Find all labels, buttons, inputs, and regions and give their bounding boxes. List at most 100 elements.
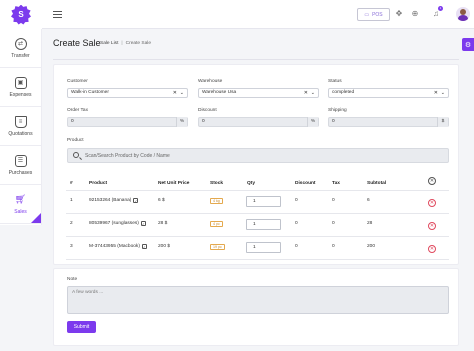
note-label: Note [67, 277, 78, 282]
notification-badge: 1 [438, 6, 443, 11]
delete-row-icon[interactable]: ✕ [428, 245, 436, 253]
row-subtotal: 28 [367, 221, 373, 226]
sidebar-item-expenses[interactable]: ▣ Expenses [0, 68, 41, 107]
clear-all-icon[interactable]: ✕ [428, 177, 436, 185]
row-discount: 0 [295, 221, 298, 226]
edit-icon[interactable]: ✓ [141, 244, 147, 249]
customer-select[interactable]: Walk-in Customer ✕ ⌄ [67, 88, 188, 98]
bell-icon[interactable]: ♫ 1 [431, 6, 443, 19]
col-header-stock: Stock [210, 181, 224, 186]
row-price: 6 $ [158, 198, 165, 203]
row-number: 2 [70, 221, 73, 226]
clear-icon[interactable]: ✕ [434, 89, 438, 97]
status-value: completed [332, 90, 355, 95]
discount-label: Discount [198, 108, 217, 113]
order-tax-input[interactable]: 0 % [67, 117, 188, 127]
basket-icon: ≡ [14, 115, 27, 128]
table-divider [66, 236, 449, 237]
product-search-placeholder: Scan/Search Product by Code / Name [85, 153, 170, 159]
row-tax: 0 [332, 198, 335, 203]
receipt-icon: ☰ [14, 154, 27, 167]
row-number: 3 [70, 244, 73, 249]
order-tax-label: Order Tax [67, 108, 88, 113]
page-title: Create Sale [53, 38, 101, 48]
app-logo: S [11, 4, 31, 25]
sidebar-item-transfer[interactable]: ⇄ Transfer [0, 29, 41, 68]
qty-input[interactable]: 1 [246, 219, 281, 230]
col-header-num: # [70, 181, 73, 186]
clear-icon[interactable]: ✕ [173, 89, 177, 97]
row-price: 28 $ [158, 221, 168, 226]
product-search-input[interactable]: Scan/Search Product by Code / Name [67, 148, 449, 163]
note-placeholder: A few words ... [72, 290, 104, 295]
pos-button-label: POS [372, 11, 383, 18]
status-select[interactable]: completed ✕ ⌄ [328, 88, 449, 98]
qty-input[interactable]: 1 [246, 196, 281, 207]
breadcrumb-current: Create Sale [125, 41, 151, 46]
product-name: M-37443955 (Macbook) [89, 244, 140, 249]
row-tax: 0 [332, 244, 335, 249]
note-textarea[interactable]: A few words ... [67, 286, 449, 314]
row-subtotal: 6 [367, 198, 370, 203]
row-discount: 0 [295, 244, 298, 249]
delete-row-icon[interactable]: ✕ [428, 222, 436, 230]
sidebar-item-quotations[interactable]: ≡ Quotations [0, 107, 41, 146]
sidebar-item-label: Purchases [8, 169, 33, 176]
logo-area[interactable]: S [0, 0, 42, 29]
col-header-product: Product [89, 181, 108, 186]
discount-input[interactable]: 0 % [198, 117, 319, 127]
delete-row-icon[interactable]: ✕ [428, 199, 436, 207]
transfer-icon: ⇄ [14, 37, 27, 50]
clear-icon[interactable]: ✕ [304, 89, 308, 97]
submit-button-label: Submit [73, 324, 90, 330]
submit-button[interactable]: Submit [67, 321, 96, 333]
row-number: 1 [70, 198, 73, 203]
sidebar-item-purchases[interactable]: ☰ Purchases [0, 146, 41, 185]
stock-badge: 4 kg [210, 198, 223, 204]
edit-icon[interactable]: ✓ [133, 198, 139, 203]
row-discount: 0 [295, 198, 298, 203]
col-header-subtotal: Subtotal [367, 181, 387, 186]
percent-unit: % [307, 117, 318, 127]
sidebar-item-label: Expenses [9, 91, 32, 98]
chevron-down-icon[interactable]: ⌄ [311, 89, 315, 97]
table-divider [66, 190, 449, 191]
warehouse-label: Warehouse [198, 79, 223, 84]
col-header-qty: Qty [247, 181, 255, 186]
fullscreen-icon[interactable]: ✥ [394, 9, 404, 19]
product-label: Product [67, 138, 84, 143]
monitor-icon: ▭ [364, 11, 370, 18]
breadcrumb-sale-list[interactable]: Sale List [100, 41, 118, 46]
edit-icon[interactable]: ✓ [140, 221, 146, 226]
status-label: Status [328, 79, 342, 84]
settings-gear-icon[interactable]: ⚙ [462, 38, 474, 51]
breadcrumb-separator: | [121, 41, 123, 46]
cart-icon: 🛒︎ [14, 194, 27, 204]
customer-value: Walk-in Customer [71, 90, 109, 95]
search-icon [73, 152, 79, 158]
qty-input[interactable]: 1 [246, 242, 281, 253]
user-avatar[interactable] [456, 7, 470, 21]
stock-badge: 4 pc [210, 221, 223, 227]
row-tax: 0 [332, 221, 335, 226]
product-name: 92153264 (Banana) [89, 198, 132, 203]
row-product: 80539967 (sunglasses) ✓ [89, 221, 146, 226]
chevron-down-icon[interactable]: ⌄ [441, 89, 445, 97]
warehouse-select[interactable]: Warehouse Usa ✕ ⌄ [198, 88, 319, 98]
shipping-input[interactable]: 0 $ [328, 117, 449, 127]
table-divider [66, 213, 449, 214]
sidebar-item-label: Sales [14, 208, 27, 215]
discount-value: 0 [202, 119, 205, 124]
row-price: 200 $ [158, 244, 171, 249]
language-globe-icon[interactable]: ⊕ [410, 9, 420, 19]
sidebar-item-sales[interactable]: 🛒︎ Sales [0, 185, 41, 224]
chevron-down-icon[interactable]: ⌄ [180, 89, 184, 97]
breadcrumb: Sale List | Create Sale [100, 41, 151, 46]
pos-button[interactable]: ▭ POS [357, 8, 390, 21]
customer-label: Customer [67, 79, 88, 84]
active-indicator [31, 213, 41, 223]
col-header-tax: Tax [332, 181, 340, 186]
divider [53, 59, 459, 60]
row-subtotal: 200 [367, 244, 376, 249]
menu-toggle-icon[interactable] [53, 11, 62, 18]
